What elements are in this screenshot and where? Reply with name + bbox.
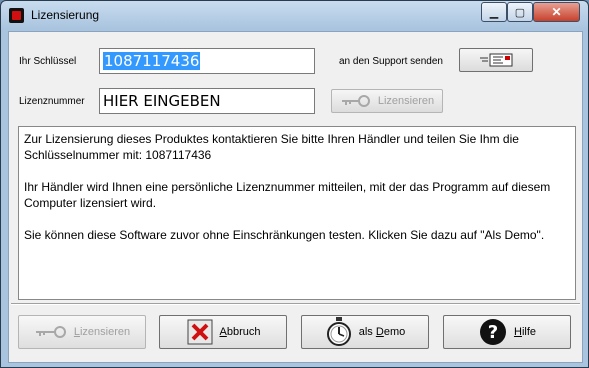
cancel-button-label: Abbruch [219,326,261,338]
maximize-icon: ▢ [514,6,526,19]
info-paragraph-1: Zur Lizensierung dieses Produktes kontak… [24,132,519,162]
close-button[interactable]: ✕ [533,2,580,22]
cancel-button[interactable]: Abbruch [159,315,287,349]
key-icon [35,326,66,338]
info-paragraph-2: Ihr Händler wird Ihnen eine persönliche … [24,180,551,210]
minimize-button[interactable]: ▁ [481,2,507,22]
license-button[interactable]: Lizensieren [18,315,146,349]
license-button-label: Lizensieren [73,326,131,338]
close-icon: ✕ [551,5,562,19]
separator [11,303,580,305]
help-button-label: Hilfe [513,326,536,338]
license-button-top-label: Lizensieren [377,95,435,107]
maximize-button[interactable]: ▢ [507,2,533,22]
svg-text:?: ? [488,322,498,343]
send-support-button[interactable] [459,48,533,72]
help-button[interactable]: ? Hilfe [443,315,571,349]
info-text: Zur Lizensierung dieses Produktes kontak… [18,126,576,300]
question-icon: ? [479,319,506,345]
key-field[interactable]: 1087117436 [99,48,315,74]
stopwatch-icon [326,317,351,346]
key-icon [341,95,370,107]
demo-button-label: als Demo [358,326,406,338]
license-label: Lizenznummer [19,96,85,107]
support-label: an den Support senden [339,56,443,67]
app-icon [9,8,24,23]
license-window: Lizensierung ▁ ▢ ✕ Ihr Schlüssel 1087117… [0,0,589,368]
license-input[interactable]: HIER EINGEBEN [99,88,315,114]
key-value: 1087117436 [103,52,201,70]
window-title: Lizensierung [31,8,100,22]
red-x-icon [187,319,212,345]
minimize-icon: ▁ [489,6,499,19]
mail-icon [480,53,513,67]
info-paragraph-3: Sie können diese Software zuvor ohne Ein… [24,228,545,242]
dialog-body: Ihr Schlüssel 1087117436 an den Support … [8,31,583,363]
demo-button[interactable]: als Demo [301,315,429,349]
title-bar[interactable]: Lizensierung ▁ ▢ ✕ [1,1,588,31]
key-label: Ihr Schlüssel [19,56,77,67]
license-button-top[interactable]: Lizensieren [331,89,443,113]
